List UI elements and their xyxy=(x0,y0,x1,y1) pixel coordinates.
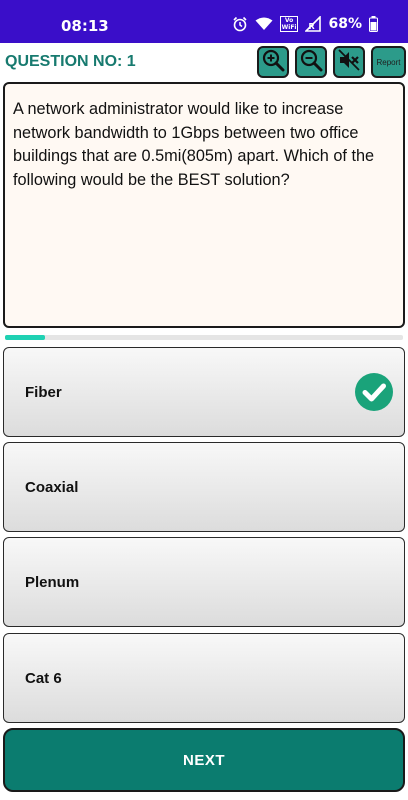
check-circle-icon xyxy=(354,372,394,412)
status-time: 08:13 xyxy=(61,17,109,35)
zoom-out-button[interactable] xyxy=(295,46,327,78)
option-label: Fiber xyxy=(25,384,62,401)
next-button[interactable]: NEXT xyxy=(3,728,405,792)
question-number: QUESTION NO: 1 xyxy=(5,53,136,70)
option-label: Coaxial xyxy=(25,479,79,496)
battery-percent: 68% xyxy=(328,16,362,32)
signal-roaming-label: R xyxy=(308,22,315,31)
zoom-in-icon xyxy=(261,48,285,77)
vowifi-line2: WiFi xyxy=(281,24,297,31)
vowifi-icon: Vo WiFi xyxy=(279,16,299,32)
option-label: Plenum xyxy=(25,574,80,591)
battery-icon xyxy=(369,16,378,32)
status-icons: Vo WiFi R 68% xyxy=(232,16,378,32)
option-cat6[interactable]: Cat 6 xyxy=(3,633,405,723)
alarm-icon xyxy=(232,16,248,32)
option-fiber[interactable]: Fiber xyxy=(3,347,405,437)
option-plenum[interactable]: Plenum xyxy=(3,537,405,627)
progress-fill xyxy=(5,335,45,340)
next-button-label: NEXT xyxy=(182,751,225,769)
question-text: A network administrator would like to in… xyxy=(13,100,375,189)
signal-icon: R xyxy=(305,16,322,32)
speaker-mute-icon xyxy=(337,48,361,77)
status-bar: 08:13 Vo WiFi R 68% xyxy=(0,0,408,43)
question-header: QUESTION NO: 1 Report xyxy=(0,43,408,81)
progress-bar xyxy=(5,335,403,340)
option-label: Cat 6 xyxy=(25,670,62,687)
question-panel: A network administrator would like to in… xyxy=(3,82,405,328)
wifi-icon xyxy=(255,17,273,31)
zoom-out-icon xyxy=(299,48,323,77)
report-label: Report xyxy=(376,57,401,67)
zoom-in-button[interactable] xyxy=(257,46,289,78)
vowifi-line1: Vo xyxy=(284,17,294,24)
report-button[interactable]: Report xyxy=(371,46,406,78)
mute-button[interactable] xyxy=(333,46,365,78)
option-coaxial[interactable]: Coaxial xyxy=(3,442,405,532)
